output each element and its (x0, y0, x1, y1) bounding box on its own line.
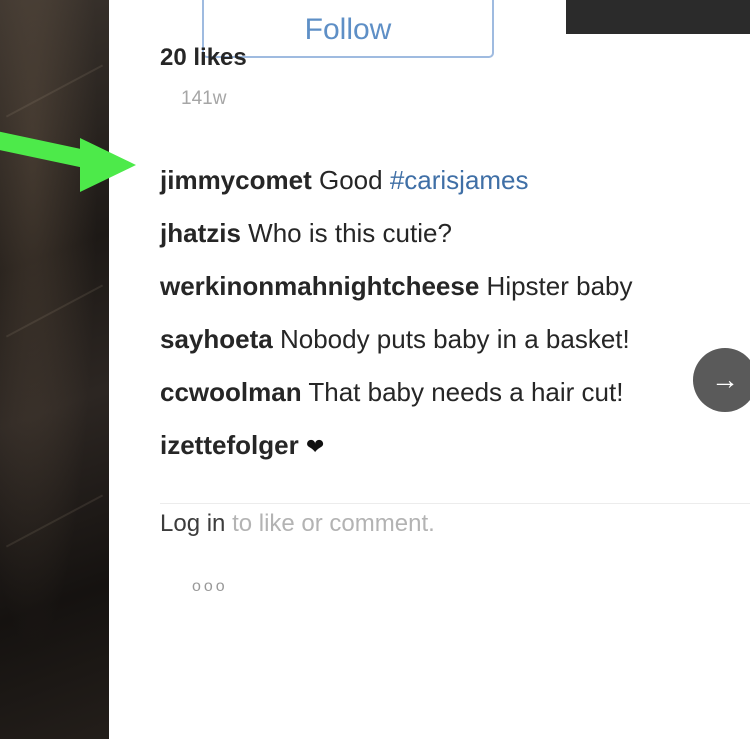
comment-item: sayhoeta Nobody puts baby in a basket! (160, 319, 633, 372)
photo-streak (5, 284, 104, 338)
arrow-right-icon: → (711, 364, 739, 395)
comment-username[interactable]: ccwoolman (160, 377, 302, 407)
comment-item: werkinonmahnightcheese Hipster baby (160, 266, 633, 319)
comment-item: izettefolger ❤ (160, 425, 633, 478)
login-prompt: Log in to like or comment. (160, 510, 435, 538)
comment-username[interactable]: werkinonmahnightcheese (160, 271, 479, 301)
comment-username[interactable]: jimmycomet (160, 165, 312, 195)
heart-icon: ❤ (305, 434, 325, 459)
post-age: 141w (181, 88, 227, 109)
comment-item: ccwoolman That baby needs a hair cut! (160, 372, 633, 425)
comment-text: Good (318, 165, 383, 195)
photo-edge (0, 0, 109, 739)
comment-text: Hipster baby (486, 271, 633, 301)
login-prompt-text: to like or comment. (232, 510, 435, 537)
login-link[interactable]: Log in (160, 510, 225, 537)
comment-username[interactable]: jhatzis (160, 218, 241, 248)
comment-item: jhatzis Who is this cutie? (160, 213, 633, 266)
next-arrow-button[interactable]: → (693, 348, 750, 412)
comment-username[interactable]: izettefolger (160, 430, 299, 460)
comment-username[interactable]: sayhoeta (160, 324, 273, 354)
annotation-arrow-icon (80, 138, 136, 192)
likes-count[interactable]: 20 likes (160, 44, 247, 72)
header-dark-button[interactable] (566, 0, 750, 34)
divider (160, 503, 750, 504)
more-options-button[interactable]: ooo (192, 578, 228, 596)
hashtag-link[interactable]: #carisjames (390, 165, 529, 195)
comment-item: jimmycomet Good #carisjames (160, 160, 633, 213)
photo-streak (5, 494, 104, 548)
comments-list: jimmycomet Good #carisjames jhatzis Who … (160, 160, 633, 478)
photo-streak (5, 64, 104, 118)
comment-text: Nobody puts baby in a basket! (279, 324, 630, 354)
comment-text: That baby needs a hair cut! (308, 377, 624, 407)
comment-text: Who is this cutie? (248, 218, 452, 248)
